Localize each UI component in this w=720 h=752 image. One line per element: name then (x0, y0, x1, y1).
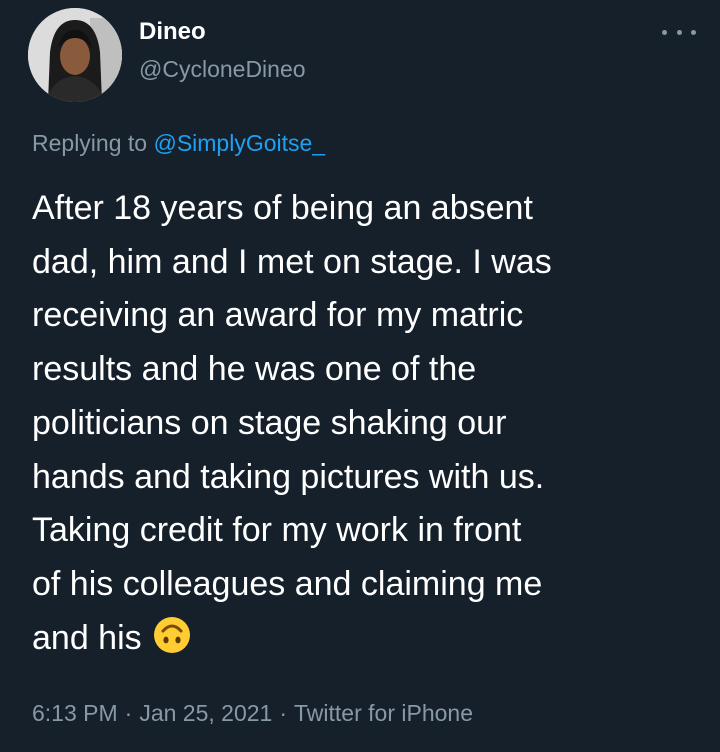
tweet-line-last: and his (32, 612, 692, 672)
user-handle[interactable]: @CycloneDineo (139, 56, 306, 83)
profile-photo-icon (28, 8, 122, 102)
tweet-date[interactable]: Jan 25, 2021 (139, 700, 272, 726)
upside-down-face-emoji-icon (152, 615, 192, 672)
meta-separator: · (124, 700, 133, 726)
tweet-line: of his colleagues and claiming me (32, 564, 543, 603)
tweet-line: receiving an award for my matric (32, 296, 524, 335)
more-dot (662, 29, 667, 35)
reply-mention-link[interactable]: @SimplyGoitse_ (153, 130, 325, 156)
tweet-line: Taking credit for my work in front (32, 511, 522, 550)
tweet-meta: 6:13 PM · Jan 25, 2021 · Twitter for iPhone (32, 700, 473, 727)
display-name[interactable]: Dineo (139, 18, 206, 46)
tweet-card: Dineo @CycloneDineo Replying to @SimplyG… (0, 0, 720, 752)
tweet-line: After 18 years of being an absent (32, 189, 533, 227)
tweet-line: politicians on stage shaking our (32, 403, 507, 442)
tweet-text: After 18 years of being an absent dad, h… (32, 182, 692, 671)
tweet-line: hands and taking pictures with us. (32, 457, 545, 496)
more-options-icon[interactable] (662, 22, 696, 42)
more-dot (691, 29, 696, 35)
tweet-line: results and he was one of the (32, 350, 477, 389)
replying-to: Replying to @SimplyGoitse_ (32, 130, 325, 157)
replying-to-label: Replying to (32, 130, 148, 156)
more-dot (676, 29, 682, 35)
tweet-source[interactable]: Twitter for iPhone (294, 700, 473, 726)
tweet-line: and his (32, 618, 142, 657)
tweet-time[interactable]: 6:13 PM (32, 700, 118, 726)
tweet-line: dad, him and I met on stage. I was (32, 242, 552, 281)
avatar[interactable] (28, 8, 122, 102)
meta-separator: · (279, 700, 288, 726)
